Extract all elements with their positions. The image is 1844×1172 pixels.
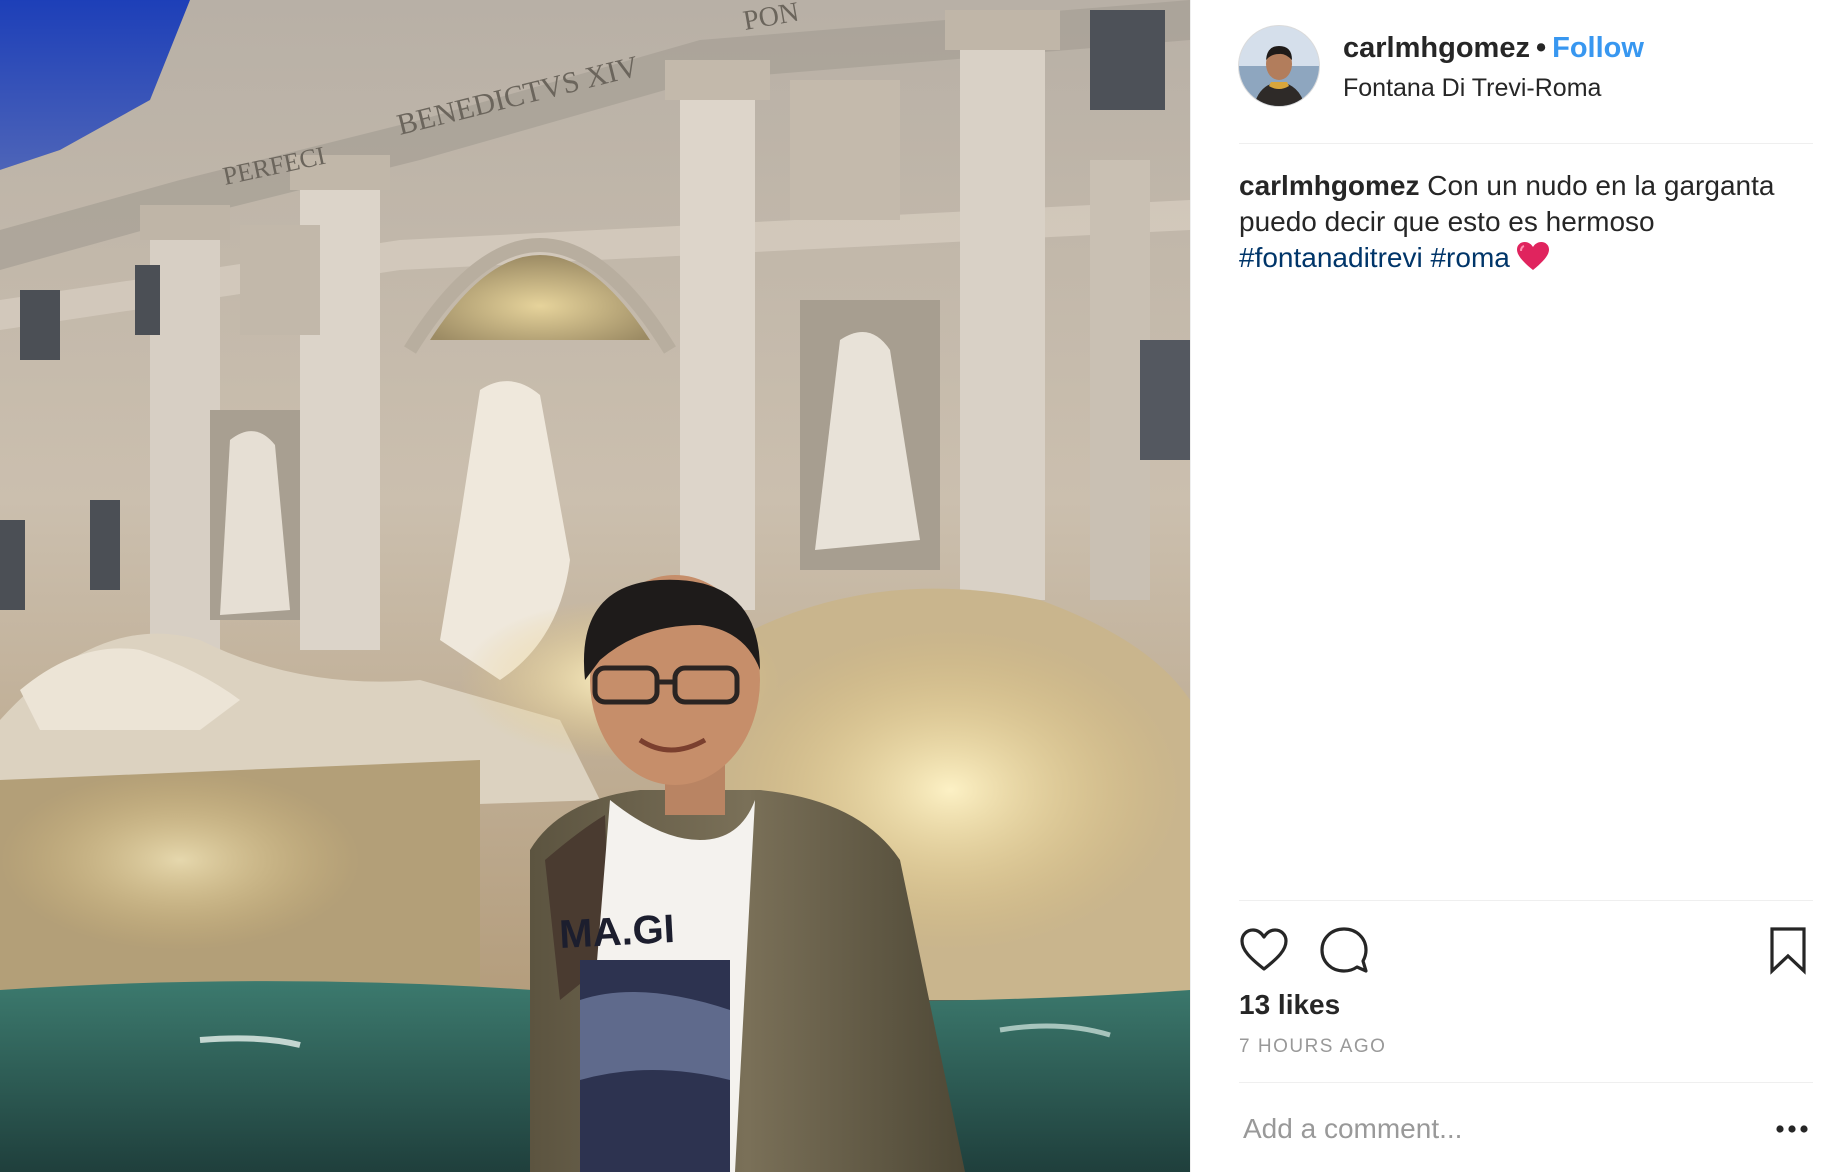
comment-section [1239,1082,1813,1172]
ellipsis-icon [1776,1125,1808,1133]
speech-bubble-icon [1320,927,1368,973]
post-side-panel: carlmhgomez • Follow Fontana Di Trevi-Roma… [1190,0,1844,1172]
more-options-button[interactable] [1775,1117,1809,1141]
heart-outline-icon [1240,928,1288,971]
post-actions: 13 likes 7 HOURS AGO [1239,900,1813,1082]
header-username[interactable]: carlmhgomez [1343,32,1530,64]
save-button[interactable] [1763,925,1813,975]
avatar-image [1239,26,1319,106]
post-timestamp[interactable]: 7 HOURS AGO [1239,1035,1386,1059]
post-caption: carlmhgomez Con un nudo en la garganta p… [1239,168,1813,276]
hashtag-fontanaditrevi[interactable]: #fontanaditrevi [1239,242,1423,273]
instagram-post: BENEDICTVS XIV PERFECI PON MA.GI carlmhg… [0,0,1844,1172]
location-link[interactable]: Fontana Di Trevi-Roma [1343,72,1601,104]
likes-count[interactable]: 13 likes [1239,987,1340,1023]
hashtag-roma[interactable]: #roma [1430,242,1509,273]
trevi-fountain-photo: BENEDICTVS XIV PERFECI PON MA.GI [0,0,1190,1172]
comment-input[interactable] [1239,1107,1743,1151]
header-separator: • [1535,32,1547,64]
post-photo[interactable]: BENEDICTVS XIV PERFECI PON MA.GI [0,0,1190,1172]
red-heart-emoji-icon [1516,242,1549,270]
caption-username[interactable]: carlmhgomez [1239,170,1420,201]
shirt-print-text: MA.GI [558,907,676,957]
header-user-line: carlmhgomez • Follow [1343,30,1644,66]
comment-button[interactable] [1319,925,1369,975]
like-button[interactable] [1239,925,1289,975]
bookmark-icon [1770,927,1806,975]
follow-button[interactable]: Follow [1552,32,1644,64]
post-header: carlmhgomez • Follow Fontana Di Trevi-Roma [1239,0,1813,144]
avatar[interactable] [1239,26,1319,106]
